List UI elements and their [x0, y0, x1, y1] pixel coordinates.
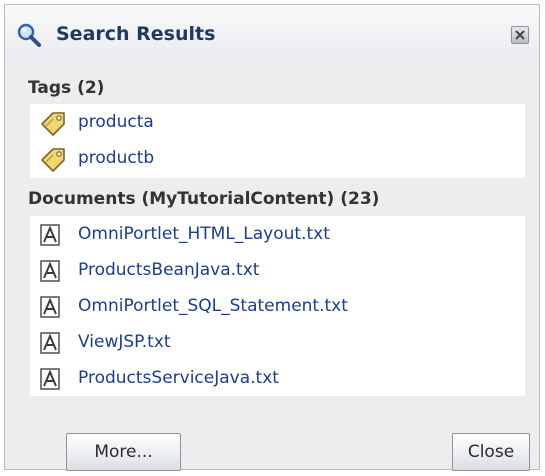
document-link[interactable]: ViewJSP.txt — [78, 332, 171, 352]
document-item[interactable]: ProductsServiceJava.txt — [30, 361, 525, 397]
document-link[interactable]: OmniPortlet_SQL_Statement.txt — [78, 296, 348, 316]
more-button[interactable]: More... — [66, 433, 181, 471]
search-icon — [16, 22, 42, 48]
document-icon — [39, 260, 62, 282]
document-item[interactable]: ProductsBeanJava.txt — [30, 253, 525, 289]
tag-item[interactable]: producta — [30, 105, 525, 141]
tag-link[interactable]: producta — [78, 112, 154, 132]
document-item[interactable]: OmniPortlet_HTML_Layout.txt — [30, 217, 525, 253]
tags-heading: Tags (2) — [28, 78, 105, 98]
close-button[interactable]: Close — [452, 433, 530, 471]
document-icon — [39, 368, 62, 390]
document-item[interactable]: OmniPortlet_SQL_Statement.txt — [30, 289, 525, 325]
dialog-header: Search Results — [5, 5, 539, 63]
documents-list: OmniPortlet_HTML_Layout.txt ProductsBean… — [30, 216, 525, 396]
tag-icon — [39, 146, 67, 176]
document-icon — [39, 296, 62, 318]
document-link[interactable]: ProductsServiceJava.txt — [78, 368, 279, 388]
tag-item[interactable]: productb — [30, 141, 525, 177]
tags-list: producta productb — [30, 104, 525, 178]
document-link[interactable]: ProductsBeanJava.txt — [78, 260, 259, 280]
document-item[interactable]: ViewJSP.txt — [30, 325, 525, 361]
document-link[interactable]: OmniPortlet_HTML_Layout.txt — [78, 224, 330, 244]
document-icon — [39, 224, 62, 246]
tag-link[interactable]: productb — [78, 148, 154, 168]
document-icon — [39, 332, 62, 354]
search-results-dialog: Search Results Tags (2) producta product… — [4, 4, 540, 471]
dialog-title: Search Results — [56, 23, 216, 45]
documents-heading: Documents (MyTutorialContent) (23) — [28, 189, 380, 209]
tag-icon — [39, 110, 67, 140]
close-dialog-icon[interactable] — [511, 26, 529, 44]
